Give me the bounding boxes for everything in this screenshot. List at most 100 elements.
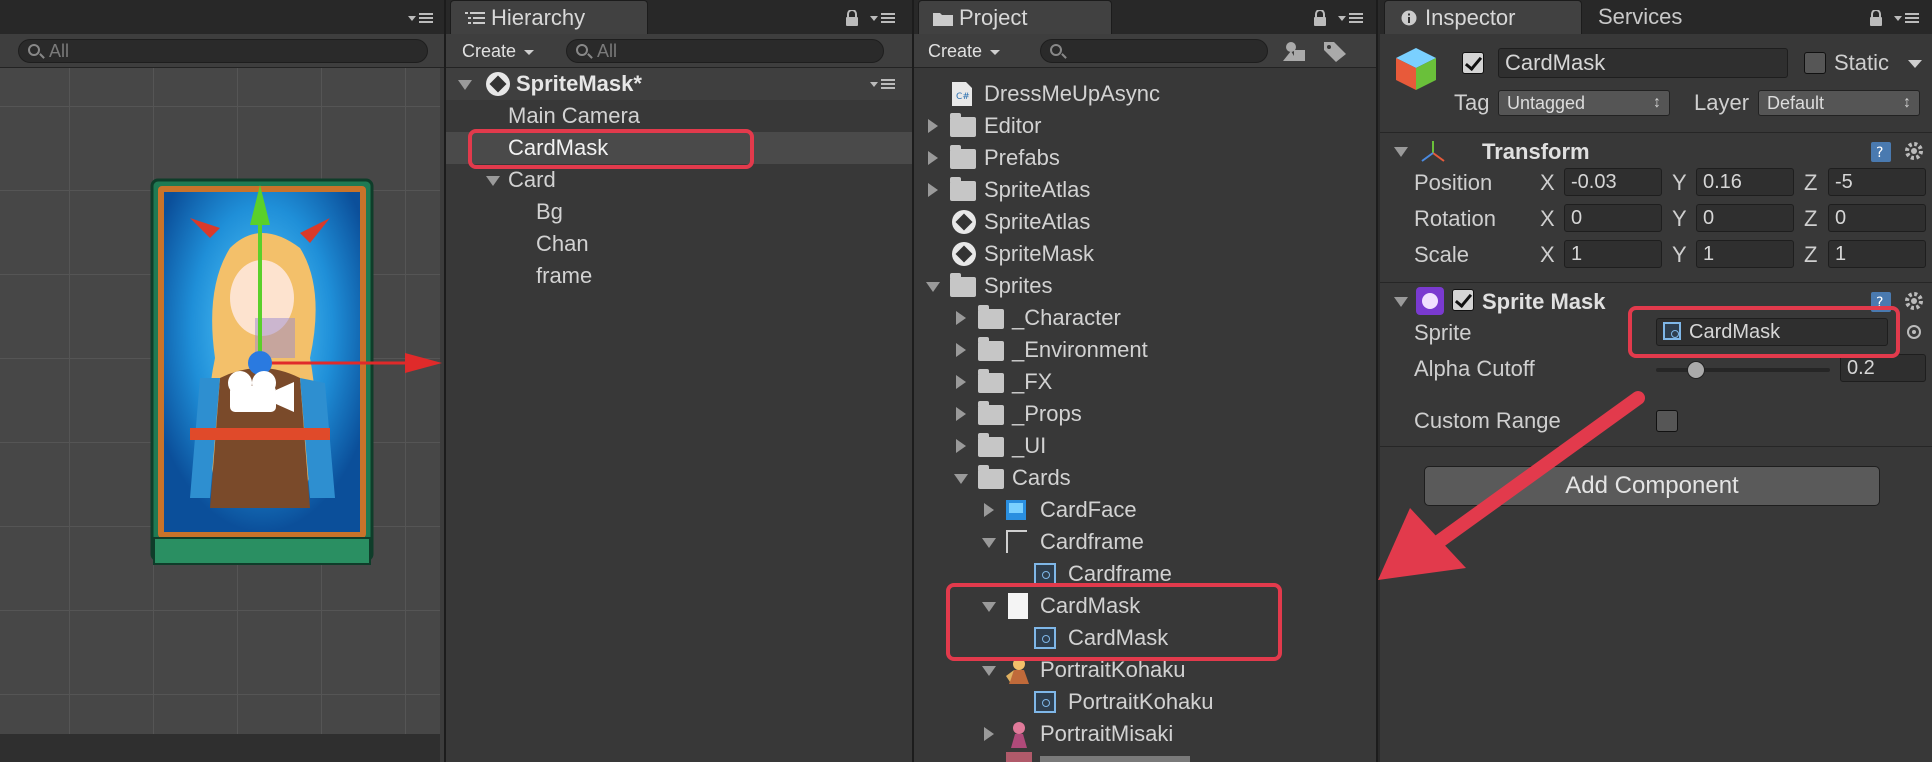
object-picker-icon[interactable] bbox=[1906, 324, 1922, 340]
foldout-icon[interactable] bbox=[984, 503, 994, 517]
project-item-cardmask-texture[interactable]: CardMask bbox=[914, 590, 1376, 622]
foldout-icon[interactable] bbox=[1394, 147, 1408, 157]
rotation-x-label[interactable]: X bbox=[1540, 206, 1555, 232]
project-item-spriteatlas-asset[interactable]: SpriteAtlas bbox=[914, 206, 1376, 238]
panel-menu-icon[interactable] bbox=[408, 10, 434, 26]
project-create-button[interactable]: Create bbox=[916, 38, 1010, 64]
foldout-icon[interactable] bbox=[928, 119, 938, 133]
static-checkbox[interactable] bbox=[1804, 52, 1826, 74]
project-item-cardframe-sprite[interactable]: Cardframe bbox=[914, 558, 1376, 590]
alpha-cutoff-slider-knob[interactable] bbox=[1687, 361, 1706, 379]
scene-viewport[interactable] bbox=[0, 68, 442, 734]
position-y-field[interactable]: 0.16 bbox=[1696, 168, 1794, 196]
foldout-icon[interactable] bbox=[926, 282, 940, 292]
position-x-label[interactable]: X bbox=[1540, 170, 1555, 196]
project-item-portraitkohaku-texture[interactable]: PortraitKohaku bbox=[914, 654, 1376, 686]
panel-menu-icon[interactable] bbox=[1338, 10, 1364, 26]
project-item-fx[interactable]: _FX bbox=[914, 366, 1376, 398]
project-item-spritemask-scene[interactable]: SpriteMask bbox=[914, 238, 1376, 270]
foldout-icon[interactable] bbox=[956, 407, 966, 421]
foldout-icon[interactable] bbox=[928, 151, 938, 165]
scale-x-field[interactable]: 1 bbox=[1564, 240, 1662, 268]
scale-z-label[interactable]: Z bbox=[1804, 242, 1817, 268]
scale-y-label[interactable]: Y bbox=[1672, 242, 1687, 268]
hierarchy-item-cardmask[interactable]: CardMask bbox=[446, 132, 912, 164]
panel-menu-icon[interactable] bbox=[870, 10, 896, 26]
gameobject-active-checkbox[interactable] bbox=[1462, 52, 1484, 74]
foldout-icon[interactable] bbox=[982, 538, 996, 548]
hierarchy-item-chan[interactable]: Chan bbox=[446, 228, 912, 260]
sprite-object-field[interactable]: CardMask bbox=[1656, 318, 1888, 346]
custom-range-checkbox[interactable] bbox=[1656, 410, 1678, 432]
hierarchy-item-frame[interactable]: frame bbox=[446, 260, 912, 292]
foldout-icon[interactable] bbox=[982, 602, 996, 612]
layer-dropdown[interactable]: Default bbox=[1758, 90, 1920, 116]
project-item-cards[interactable]: Cards bbox=[914, 462, 1376, 494]
position-z-field[interactable]: -5 bbox=[1828, 168, 1926, 196]
project-search-input[interactable] bbox=[1040, 39, 1268, 63]
project-item-cardface[interactable]: CardFace bbox=[914, 494, 1376, 526]
hierarchy-create-button[interactable]: Create bbox=[450, 38, 544, 64]
foldout-icon[interactable] bbox=[956, 375, 966, 389]
project-item-cardframe-texture[interactable]: Cardframe bbox=[914, 526, 1376, 558]
panel-menu-icon[interactable] bbox=[870, 76, 896, 92]
tab-services[interactable]: Services bbox=[1582, 0, 1696, 34]
project-item-character[interactable]: _Character bbox=[914, 302, 1376, 334]
alpha-cutoff-slider-track[interactable] bbox=[1656, 368, 1830, 372]
scale-z-field[interactable]: 1 bbox=[1828, 240, 1926, 268]
foldout-icon[interactable] bbox=[984, 727, 994, 741]
hierarchy-item-card[interactable]: Card bbox=[446, 164, 912, 196]
project-item-spriteatlas-folder[interactable]: SpriteAtlas bbox=[914, 174, 1376, 206]
project-item-dressmeupasync[interactable]: C# DressMeUpAsync bbox=[914, 78, 1376, 110]
tag-dropdown[interactable]: Untagged bbox=[1498, 90, 1670, 116]
rotation-y-label[interactable]: Y bbox=[1672, 206, 1687, 232]
foldout-icon[interactable] bbox=[982, 666, 996, 676]
move-gizmo[interactable] bbox=[200, 183, 444, 383]
tab-project[interactable]: Project bbox=[918, 0, 1112, 34]
project-item-prefabs[interactable]: Prefabs bbox=[914, 142, 1376, 174]
alpha-cutoff-field[interactable]: 0.2 bbox=[1840, 354, 1926, 382]
rotation-z-field[interactable]: 0 bbox=[1828, 204, 1926, 232]
lock-icon[interactable] bbox=[844, 10, 860, 26]
scale-y-field[interactable]: 1 bbox=[1696, 240, 1794, 268]
foldout-icon[interactable] bbox=[1394, 297, 1408, 307]
foldout-icon[interactable] bbox=[954, 474, 968, 484]
project-item-props[interactable]: _Props bbox=[914, 398, 1376, 430]
rotation-x-field[interactable]: 0 bbox=[1564, 204, 1662, 232]
lock-icon[interactable] bbox=[1868, 10, 1884, 26]
position-x-field[interactable]: -0.03 bbox=[1564, 168, 1662, 196]
foldout-icon[interactable] bbox=[486, 176, 500, 186]
sprite-mask-header[interactable]: Sprite Mask ? bbox=[1380, 282, 1932, 318]
project-item-ui[interactable]: _UI bbox=[914, 430, 1376, 462]
foldout-icon[interactable] bbox=[928, 183, 938, 197]
scene-search-input[interactable]: All bbox=[18, 39, 428, 63]
panel-menu-icon[interactable] bbox=[1894, 10, 1920, 26]
help-icon[interactable]: ? bbox=[1870, 291, 1892, 313]
sprite-mask-enabled-checkbox[interactable] bbox=[1452, 289, 1474, 311]
foldout-icon[interactable] bbox=[956, 311, 966, 325]
static-dropdown-icon[interactable] bbox=[1908, 60, 1922, 68]
lock-icon[interactable] bbox=[1312, 10, 1328, 26]
project-item-environment[interactable]: _Environment bbox=[914, 334, 1376, 366]
project-item-cardmask-sprite[interactable]: CardMask bbox=[914, 622, 1376, 654]
tab-hierarchy[interactable]: Hierarchy bbox=[450, 0, 648, 34]
tab-inspector[interactable]: Inspector bbox=[1384, 0, 1582, 34]
foldout-icon[interactable] bbox=[956, 343, 966, 357]
project-item-sprites[interactable]: Sprites bbox=[914, 270, 1376, 302]
filter-by-label-icon[interactable] bbox=[1322, 40, 1348, 62]
hierarchy-scene-row[interactable]: SpriteMask* bbox=[446, 68, 912, 100]
rotation-z-label[interactable]: Z bbox=[1804, 206, 1817, 232]
project-item-portraitkohaku-sprite[interactable]: PortraitKohaku bbox=[914, 686, 1376, 718]
foldout-icon[interactable] bbox=[956, 439, 966, 453]
rotation-y-field[interactable]: 0 bbox=[1696, 204, 1794, 232]
transform-header[interactable]: Transform ? bbox=[1380, 132, 1932, 168]
hierarchy-search-input[interactable]: All bbox=[566, 39, 884, 63]
scale-x-label[interactable]: X bbox=[1540, 242, 1555, 268]
project-item-editor[interactable]: Editor bbox=[914, 110, 1376, 142]
hierarchy-item-bg[interactable]: Bg bbox=[446, 196, 912, 228]
gear-icon[interactable] bbox=[1902, 139, 1926, 163]
position-z-label[interactable]: Z bbox=[1804, 170, 1817, 196]
help-icon[interactable]: ? bbox=[1870, 141, 1892, 163]
foldout-icon[interactable] bbox=[458, 80, 472, 90]
gear-icon[interactable] bbox=[1902, 289, 1926, 313]
